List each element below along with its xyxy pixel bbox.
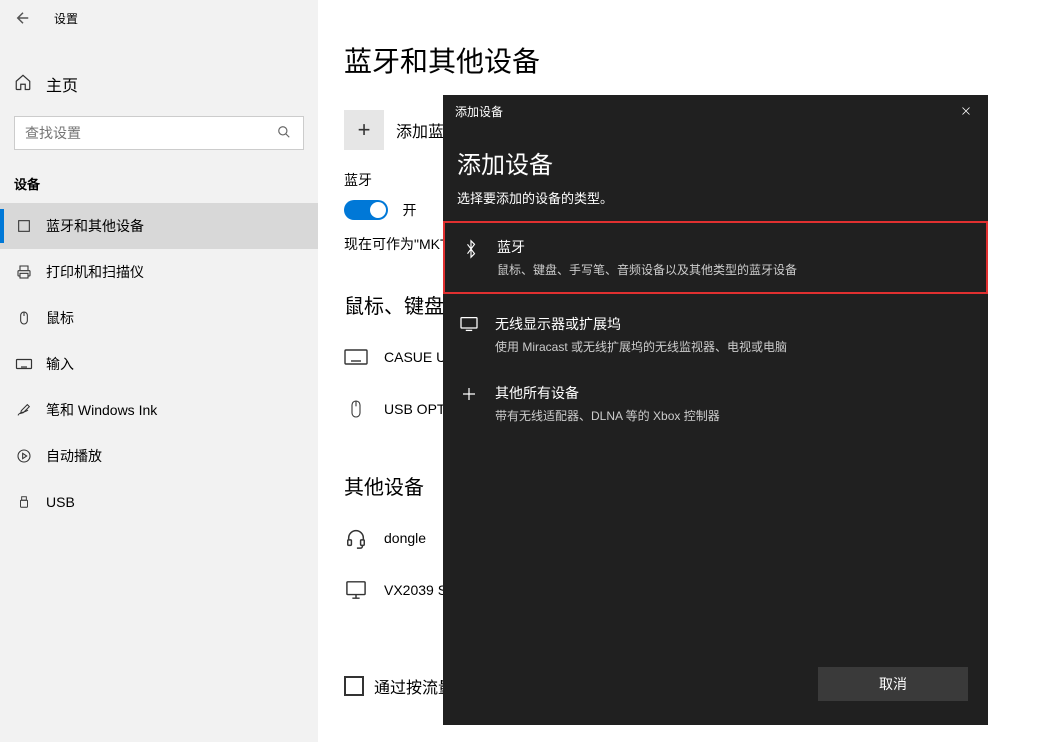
page-title: 蓝牙和其他设备 [344,40,1046,80]
bluetooth-icon [459,237,483,259]
nav-home[interactable]: 主页 [0,64,318,104]
pen-icon [14,402,34,418]
plus-icon: + [358,117,371,143]
option-other[interactable]: 其他所有设备 带有无线适配器、DLNA 等的 Xbox 控制器 [443,369,988,438]
section-label: 设备 [0,150,318,203]
nav-typing[interactable]: 输入 [0,341,318,387]
add-device-button[interactable]: + [344,110,384,150]
option-title: 无线显示器或扩展坞 [495,314,974,334]
mouse-icon [344,398,368,420]
home-icon [14,73,32,96]
nav-mouse[interactable]: 鼠标 [0,295,318,341]
add-device-dialog: 添加设备 添加设备 选择要添加的设备的类型。 蓝牙 鼠标、键盘、手写笔、音频设备… [443,95,988,725]
nav-label: 笔和 Windows Ink [46,400,157,420]
nav-label: 自动播放 [46,446,102,466]
device-name: USB OPT [384,401,445,417]
option-desc: 带有无线适配器、DLNA 等的 Xbox 控制器 [495,407,974,424]
option-title: 蓝牙 [497,237,972,257]
option-title: 其他所有设备 [495,383,974,403]
search-input-container[interactable] [14,116,304,150]
nav-label: 输入 [46,354,74,374]
close-icon [960,105,972,117]
autoplay-icon [14,448,34,464]
dialog-subtitle: 选择要添加的设备的类型。 [443,188,988,221]
display-icon [457,314,481,332]
keyboard-icon [344,349,368,365]
option-wireless-display[interactable]: 无线显示器或扩展坞 使用 Miracast 或无线扩展坞的无线监视器、电视或电脑 [443,300,988,369]
close-button[interactable] [956,101,976,121]
search-icon [277,125,293,141]
nav-pen[interactable]: 笔和 Windows Ink [0,387,318,433]
settings-title: 设置 [54,10,78,27]
dialog-title: 添加设备 [443,127,988,188]
usb-icon [14,493,34,511]
nav-label: 鼠标 [46,308,74,328]
search-input[interactable] [25,125,277,141]
nav-printers[interactable]: 打印机和扫描仪 [0,249,318,295]
bluetooth-toggle[interactable] [344,200,388,220]
option-desc: 鼠标、键盘、手写笔、音频设备以及其他类型的蓝牙设备 [497,261,972,278]
monitor-icon [344,580,368,600]
nav-label: 打印机和扫描仪 [46,262,144,282]
headset-icon [344,527,368,549]
option-bluetooth[interactable]: 蓝牙 鼠标、键盘、手写笔、音频设备以及其他类型的蓝牙设备 [443,221,988,294]
option-desc: 使用 Miracast 或无线扩展坞的无线监视器、电视或电脑 [495,338,974,355]
printer-icon [14,264,34,280]
checkbox-label: 通过按流量 [374,674,454,698]
keyboard-icon [14,357,34,371]
device-name: dongle [384,530,426,546]
nav-label: 蓝牙和其他设备 [46,216,144,236]
device-name: VX2039 S [384,582,447,598]
back-icon[interactable] [14,9,32,27]
nav-autoplay[interactable]: 自动播放 [0,433,318,479]
plus-icon [457,383,481,403]
toggle-state-label: 开 [402,202,416,218]
nav-label: USB [46,494,75,510]
mouse-icon [14,309,34,327]
device-name: CASUE U [384,349,446,365]
nav-usb[interactable]: USB [0,479,318,525]
nav-bluetooth[interactable]: 蓝牙和其他设备 [0,203,318,249]
square-icon [14,218,34,234]
home-label: 主页 [46,72,78,96]
cancel-button[interactable]: 取消 [818,667,968,701]
dialog-header-title: 添加设备 [455,103,503,120]
metered-checkbox[interactable] [344,676,364,696]
